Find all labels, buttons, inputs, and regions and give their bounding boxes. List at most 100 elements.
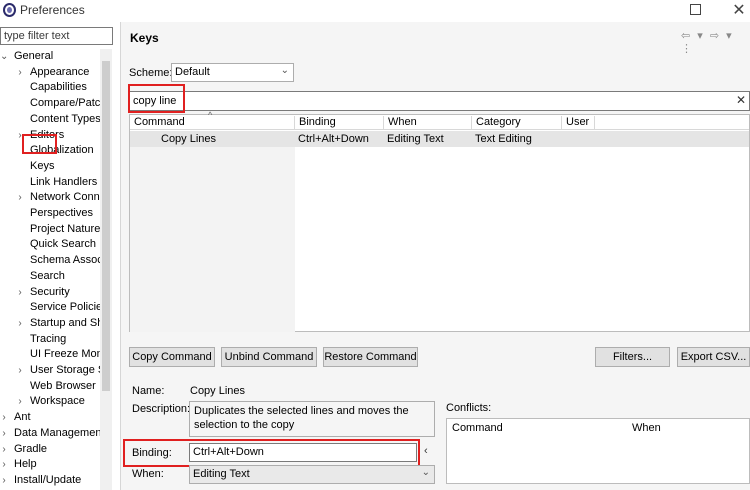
column-header-command[interactable]: Command: [130, 116, 295, 130]
tree-item-keys[interactable]: Keys: [20, 159, 54, 174]
history-nav-icons[interactable]: ⇦ ▾ ⇨ ▾ ⋮: [681, 29, 750, 55]
tree-item-appearance[interactable]: › Appearance: [18, 65, 90, 80]
conflicts-label: Conflicts:: [446, 402, 492, 414]
chevron-down-icon: ⌄: [280, 65, 289, 76]
eclipse-app-icon: [3, 3, 16, 17]
tree-item-security[interactable]: › Security: [18, 285, 70, 300]
conflicts-header-when[interactable]: When: [628, 422, 661, 436]
chevron-right-icon[interactable]: ›: [16, 285, 24, 300]
tree-item-label: General: [14, 50, 54, 62]
tree-item-label: Service Policies: [30, 301, 100, 314]
chevron-right-icon[interactable]: ›: [0, 473, 8, 488]
name-label: Name:: [132, 385, 165, 397]
tree-scrollbar[interactable]: [100, 49, 112, 490]
chevron-right-icon[interactable]: ›: [16, 65, 24, 80]
chevron-right-icon[interactable]: ›: [0, 426, 8, 441]
tree-item-ui-freeze-mon[interactable]: UI Freeze Mon: [20, 347, 100, 362]
scheme-label: Scheme:: [129, 67, 173, 79]
tree-item-label: UI Freeze Mon: [30, 348, 100, 361]
filters-button[interactable]: Filters...: [595, 347, 670, 367]
tree-item-gradle[interactable]: › Gradle: [2, 442, 47, 457]
when-label: When:: [132, 468, 164, 480]
table-row[interactable]: Copy Lines Ctrl+Alt+Down Editing Text Te…: [130, 131, 749, 147]
tree-item-label: Link Handlers: [30, 175, 98, 188]
tree-item-content-types[interactable]: Content Types: [20, 112, 100, 127]
tree-item-project-natures[interactable]: Project Natures: [20, 222, 100, 237]
tree-item-install-update[interactable]: › Install/Update: [2, 473, 82, 488]
chevron-right-icon[interactable]: ›: [0, 410, 8, 425]
tree-item-label: Keys: [30, 159, 55, 172]
binding-highlight-box: [123, 439, 420, 467]
cell-when: Editing Text: [387, 133, 444, 145]
restore-command-button[interactable]: Restore Command: [323, 347, 418, 367]
tree-item-label: Content Types: [30, 112, 100, 125]
chevron-right-icon[interactable]: ›: [0, 457, 8, 472]
tree-item-general[interactable]: ⌄ General: [0, 49, 54, 64]
conflicts-table[interactable]: Command When: [446, 418, 750, 484]
tree-scroll-thumb[interactable]: [102, 61, 110, 391]
tree-item-label: Install/Update: [14, 473, 82, 486]
page-title: Keys: [130, 31, 159, 45]
copy-command-button[interactable]: Copy Command: [129, 347, 215, 367]
window-title: Preferences: [20, 3, 85, 17]
tree-item-web-browser[interactable]: Web Browser: [20, 379, 96, 394]
tree-item-workspace[interactable]: › Workspace: [18, 394, 85, 409]
tree-item-schema-associ[interactable]: Schema Associ: [20, 253, 100, 268]
tree-item-compare-patch[interactable]: Compare/Patch: [20, 96, 100, 111]
maximize-icon[interactable]: [690, 4, 701, 15]
when-value: Editing Text: [193, 468, 250, 480]
tree-item-label: Perspectives: [30, 207, 93, 219]
chevron-right-icon[interactable]: ›: [16, 363, 24, 378]
unbind-command-button[interactable]: Unbind Command: [221, 347, 317, 367]
export-csv-button[interactable]: Export CSV...: [677, 347, 750, 367]
tree-item-tracing[interactable]: Tracing: [20, 332, 66, 347]
tree-item-label: Security: [30, 285, 70, 298]
keys-highlight-box: [22, 134, 57, 154]
keys-search-input[interactable]: copy line ✕: [129, 91, 750, 111]
column-header-category[interactable]: Category: [472, 116, 562, 130]
tree-item-perspectives[interactable]: Perspectives: [20, 206, 93, 221]
close-icon[interactable]: ✕: [732, 0, 746, 20]
cell-command: Copy Lines: [161, 133, 217, 145]
column-header-binding[interactable]: Binding: [295, 116, 384, 130]
tree-item-label: Appearance: [30, 65, 90, 78]
tree-item-label: Data Management: [14, 426, 100, 439]
tree-item-label: Ant: [14, 411, 31, 424]
tree-item-service-policies[interactable]: Service Policies: [20, 300, 100, 315]
tree-item-label: Compare/Patch: [30, 97, 100, 110]
tree-item-startup-and-sh[interactable]: › Startup and Sh: [18, 316, 100, 331]
column-header-when[interactable]: When: [384, 116, 472, 130]
filter-input[interactable]: [0, 27, 113, 45]
table-header: Command ^ Binding When Category User: [130, 110, 749, 130]
conflicts-header-command[interactable]: Command: [448, 422, 503, 436]
tree-item-capabilities[interactable]: Capabilities: [20, 80, 87, 95]
chevron-down-icon: ⌄: [421, 467, 430, 478]
chevron-right-icon[interactable]: ›: [16, 316, 24, 331]
tree-item-search[interactable]: Search: [20, 269, 65, 284]
tree-item-data-management[interactable]: › Data Management: [2, 426, 100, 441]
tree-item-ant[interactable]: › Ant: [2, 410, 31, 425]
preferences-sidebar: ⌄ General › Appearance Capabilities Compare/P…: [0, 22, 121, 490]
scheme-select[interactable]: Default ⌄: [171, 63, 294, 82]
bindings-table[interactable]: Command ^ Binding When Category User Cop…: [129, 110, 750, 332]
tree-item-label: Quick Search: [30, 238, 97, 251]
scheme-value: Default: [175, 66, 210, 78]
search-highlight-box: [128, 84, 185, 113]
chevron-right-icon[interactable]: ›: [0, 442, 8, 457]
binding-menu-icon[interactable]: ‹: [424, 445, 428, 457]
tree-item-quick-search[interactable]: Quick Search: [20, 237, 96, 252]
column-header-user[interactable]: User: [562, 116, 595, 130]
cell-binding: Ctrl+Alt+Down: [298, 133, 369, 145]
tree-item-link-handlers[interactable]: Link Handlers: [20, 175, 97, 190]
tree-item-label: Startup and Sh: [30, 316, 100, 329]
tree-item-network-conn[interactable]: › Network Conn: [18, 190, 99, 205]
tree-item-help[interactable]: › Help: [2, 457, 36, 472]
sort-ascending-icon: ^: [208, 110, 213, 120]
clear-search-icon[interactable]: ✕: [736, 93, 746, 107]
chevron-right-icon[interactable]: ›: [16, 394, 24, 409]
description-field: Duplicates the selected lines and moves …: [189, 401, 435, 437]
chevron-right-icon[interactable]: ›: [16, 190, 24, 205]
when-select[interactable]: Editing Text ⌄: [189, 465, 435, 484]
chevron-down-icon[interactable]: ⌄: [0, 49, 8, 64]
tree-item-user-storage-s[interactable]: › User Storage S: [18, 363, 100, 378]
